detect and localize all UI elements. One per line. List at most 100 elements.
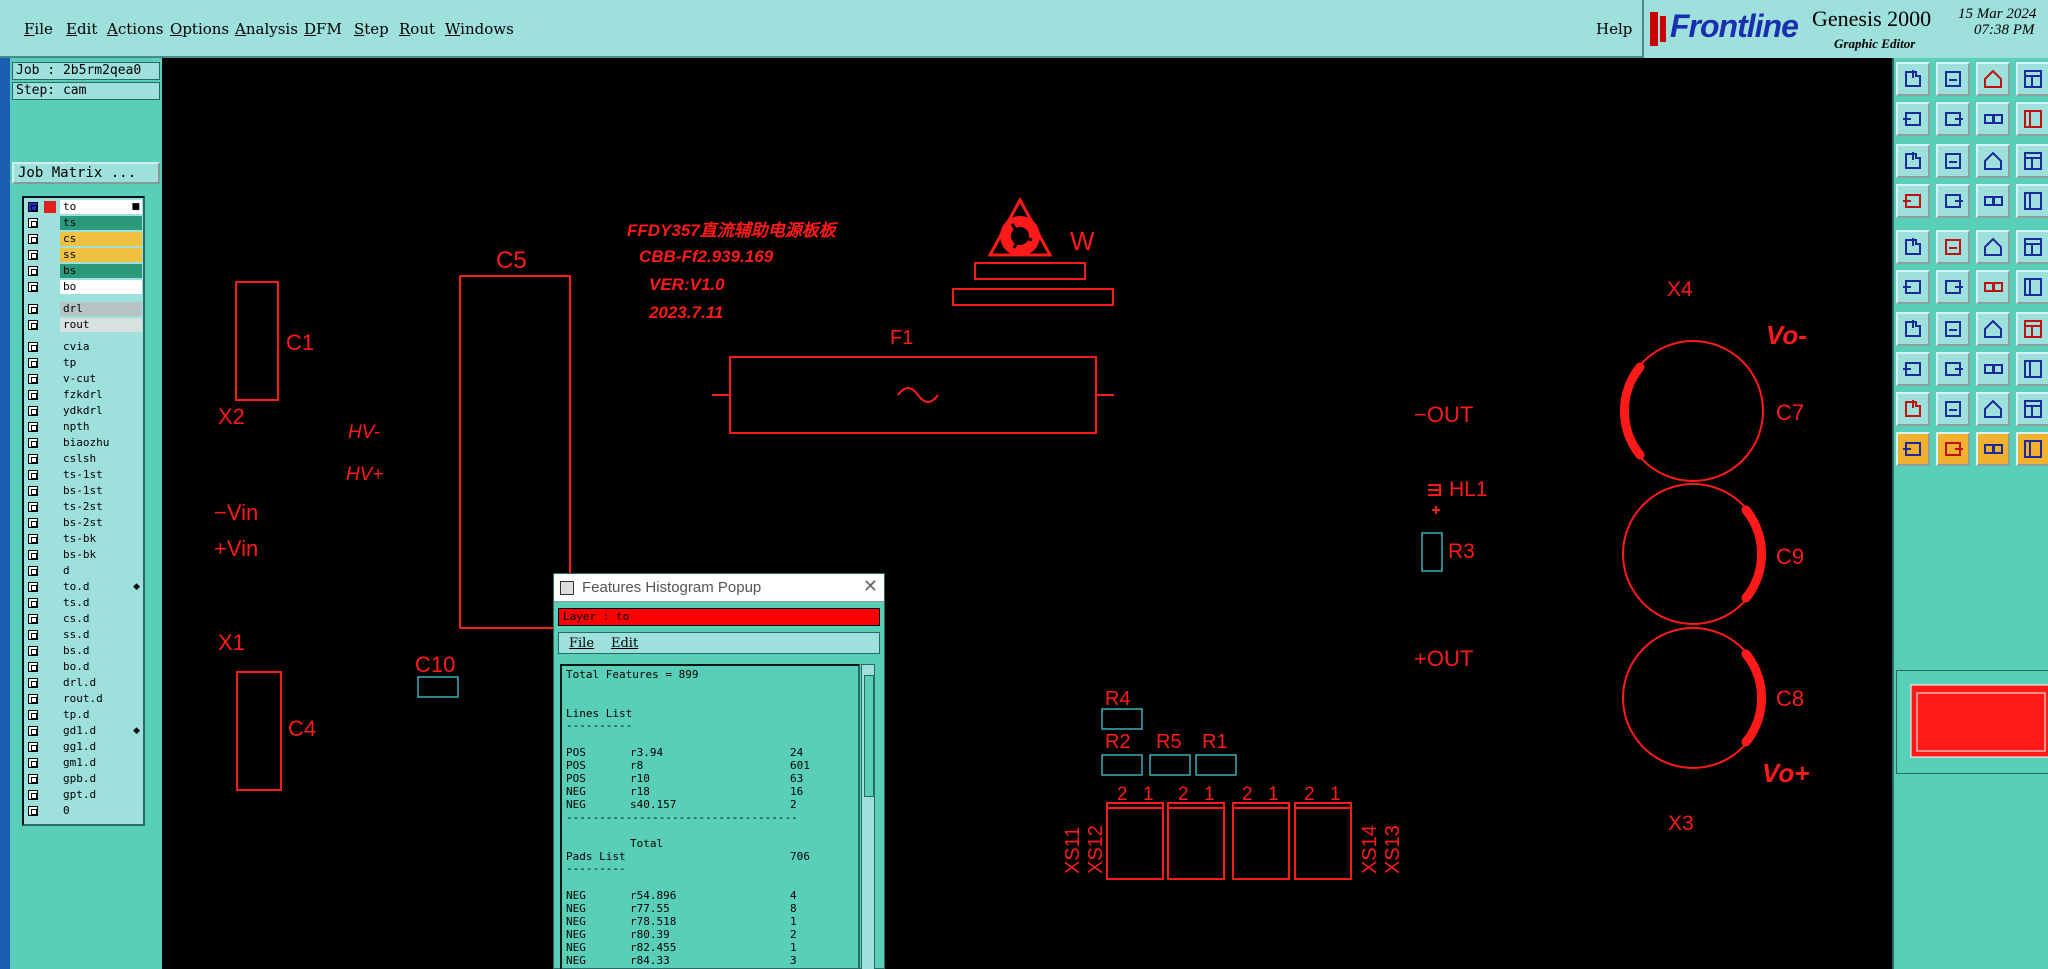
layer-visibility-checkbox[interactable]	[28, 202, 38, 212]
layer-row-drl[interactable]: drl	[26, 302, 142, 316]
layer-row-cs-d[interactable]: cs.d	[26, 612, 142, 626]
layer-row-to[interactable]: to ■	[26, 200, 142, 214]
import-button[interactable]	[1896, 102, 1930, 136]
layer-row-tp-d[interactable]: tp.d	[26, 708, 142, 722]
layer-row-cvia[interactable]: cvia	[26, 340, 142, 354]
layer-visibility-checkbox[interactable]	[28, 358, 38, 368]
layer-visibility-checkbox[interactable]	[28, 406, 38, 416]
swap-button[interactable]	[1976, 102, 2010, 136]
layer-name[interactable]: gm1.d	[60, 756, 142, 770]
arc-button[interactable]	[1976, 270, 2010, 304]
layer-visibility-checkbox[interactable]	[28, 342, 38, 352]
layer-row-gpb-d[interactable]: gpb.d	[26, 772, 142, 786]
layer-row-ts-2st[interactable]: ts-2st	[26, 500, 142, 514]
menu-windows[interactable]: Windows	[445, 20, 514, 38]
layer-visibility-checkbox[interactable]	[28, 374, 38, 384]
layer-row-bs[interactable]: bs	[26, 264, 142, 278]
job-matrix-button[interactable]: Job Matrix ...	[12, 162, 160, 184]
graphic-canvas[interactable]: FFDY357直流辅助电源板板 CBB-Ff2.939.169 VER:V1.0…	[162, 58, 1892, 969]
layer-visibility-checkbox[interactable]	[28, 534, 38, 544]
layer-visibility-checkbox[interactable]	[28, 710, 38, 720]
help-button[interactable]	[2016, 144, 2048, 178]
surface-button[interactable]	[1896, 392, 1930, 426]
layer-row-tp[interactable]: tp	[26, 356, 142, 370]
layer-visibility-checkbox[interactable]	[28, 726, 38, 736]
cluster-button[interactable]	[2016, 352, 2048, 386]
layer-name[interactable]: rout.d	[60, 692, 142, 706]
pad-button[interactable]	[1896, 230, 1930, 264]
menu-actions[interactable]: Actions	[107, 20, 163, 38]
layer-visibility-checkbox[interactable]	[28, 518, 38, 528]
layer-name[interactable]: fzkdrl	[60, 388, 142, 402]
layer-row-biaozhu[interactable]: biaozhu	[26, 436, 142, 450]
rotate-button[interactable]	[1976, 312, 2010, 346]
pcb-drawing[interactable]: FFDY357直流辅助电源板板 CBB-Ff2.939.169 VER:V1.0…	[162, 58, 1892, 969]
layer-row-gd1-d[interactable]: gd1.d ◆	[26, 724, 142, 738]
zoom-in-button[interactable]	[1936, 144, 1970, 178]
layer-row-npth[interactable]: npth	[26, 420, 142, 434]
layer-name[interactable]: ts-2st	[60, 500, 142, 514]
layer-name[interactable]: bs.d	[60, 644, 142, 658]
layer-row-fzkdrl[interactable]: fzkdrl	[26, 388, 142, 402]
layer-row-bs-bk[interactable]: bs-bk	[26, 548, 142, 562]
open-job-button[interactable]	[1896, 62, 1930, 96]
layer-visibility-checkbox[interactable]	[28, 598, 38, 608]
outline-button[interactable]	[1936, 392, 1970, 426]
layer-visibility-checkbox[interactable]	[28, 218, 38, 228]
layer-name[interactable]: cs	[60, 232, 142, 246]
layer-name[interactable]: ts-1st	[60, 468, 142, 482]
hline-button[interactable]	[1936, 352, 1970, 386]
layer-name[interactable]: to.d	[60, 580, 142, 594]
layer-name[interactable]: ts.d	[60, 596, 142, 610]
layer-row-bs-d[interactable]: bs.d	[26, 644, 142, 658]
close-icon[interactable]: ✕	[863, 576, 878, 597]
layer-row-ts[interactable]: ts	[26, 216, 142, 230]
node-button[interactable]	[1896, 352, 1930, 386]
zoom-fit-button[interactable]	[1896, 144, 1930, 178]
layer-visibility-checkbox[interactable]	[28, 234, 38, 244]
layer-visibility-checkbox[interactable]	[28, 694, 38, 704]
layer-visibility-checkbox[interactable]	[28, 454, 38, 464]
layer-row-d[interactable]: d	[26, 564, 142, 578]
grid-button[interactable]	[1936, 184, 1970, 218]
layer-name[interactable]: cvia	[60, 340, 142, 354]
polygon-button[interactable]	[1976, 392, 2010, 426]
layer-row-bs-1st[interactable]: bs-1st	[26, 484, 142, 498]
layer-row-ts-1st[interactable]: ts-1st	[26, 468, 142, 482]
layer-visibility-checkbox[interactable]	[28, 550, 38, 560]
layer-visibility-checkbox[interactable]	[28, 646, 38, 656]
layer-visibility-checkbox[interactable]	[28, 438, 38, 448]
snap-alt-button[interactable]	[2016, 184, 2048, 218]
menu-rout[interactable]: Rout	[399, 20, 435, 38]
popup-titlebar[interactable]: Features Histogram Popup ✕	[554, 574, 884, 602]
layer-visibility-checkbox[interactable]	[28, 320, 38, 330]
layer-name[interactable]: ts	[60, 216, 142, 230]
box-button[interactable]	[1976, 352, 2010, 386]
layer-visibility-checkbox[interactable]	[28, 790, 38, 800]
layer-name[interactable]: drl	[60, 302, 142, 316]
layer-row-ss-d[interactable]: ss.d	[26, 628, 142, 642]
layer-visibility-checkbox[interactable]	[28, 486, 38, 496]
scrollbar-thumb[interactable]	[864, 675, 874, 797]
connect-button[interactable]	[1896, 270, 1930, 304]
window-button[interactable]	[2016, 62, 2048, 96]
layer-name[interactable]: gpb.d	[60, 772, 142, 786]
layer-visibility-checkbox[interactable]	[28, 304, 38, 314]
export-button[interactable]	[1936, 102, 1970, 136]
layer-name[interactable]: npth	[60, 420, 142, 434]
layer-row-v-cut[interactable]: v-cut	[26, 372, 142, 386]
layer-row-rout-d[interactable]: rout.d	[26, 692, 142, 706]
pointer-circle-button[interactable]	[1976, 432, 2010, 466]
menu-edit[interactable]: Edit	[66, 20, 97, 38]
layer-row-bo-d[interactable]: bo.d	[26, 660, 142, 674]
pointer-box-button[interactable]	[1936, 432, 1970, 466]
layer-name[interactable]: bs-bk	[60, 548, 142, 562]
menu-file[interactable]: File	[24, 20, 53, 38]
layer-row-drl-d[interactable]: drl.d	[26, 676, 142, 690]
layer-preview[interactable]	[1896, 670, 2048, 774]
layer-list[interactable]: to ■ ts cs ss bs bo drl rout cvia tp v-cut fzkdrl ydk…	[22, 196, 145, 826]
menu-dfm[interactable]: DFM	[304, 20, 342, 38]
popup-menu-file[interactable]: File	[569, 636, 594, 651]
layer-row-ss[interactable]: ss	[26, 248, 142, 262]
polygon-alt-button[interactable]	[2016, 392, 2048, 426]
